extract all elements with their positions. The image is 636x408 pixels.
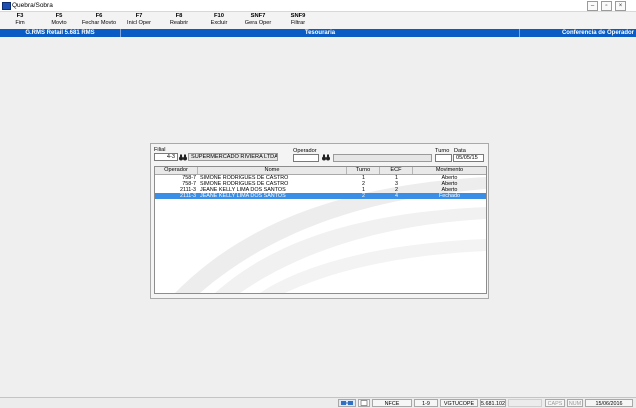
cell-movimento: Fechado — [439, 193, 460, 199]
operador-input[interactable] — [293, 154, 319, 162]
filial-code-input[interactable]: 4-3 — [154, 153, 178, 161]
column-header-nome[interactable]: Nome — [198, 167, 347, 174]
cell-ecf: 4 — [395, 193, 398, 199]
app-icon — [2, 2, 11, 10]
status-caps: CAPS — [545, 399, 565, 407]
toolbar-key: F10 — [214, 13, 224, 19]
toolbar-excluir-button[interactable]: F10 Excluir — [199, 12, 239, 27]
toolbar-key: F8 — [175, 13, 183, 19]
cell-operador: 2111-3 — [180, 193, 196, 199]
toolbar-fim-button[interactable]: F3 Fim — [0, 12, 40, 27]
toolbar-label: Gera Oper — [244, 20, 272, 26]
function-key-toolbar: F3 Fim F5 Movto F6 Fechar Movto F7 Inicl… — [0, 12, 636, 30]
operador-name-field — [333, 154, 432, 162]
toolbar-label: Filtrar — [290, 20, 306, 26]
toolbar-fechar-movto-button[interactable]: F6 Fechar Movto — [79, 12, 119, 27]
toolbar-label: Movto — [51, 20, 67, 26]
binoculars-icon[interactable] — [322, 154, 330, 161]
binoculars-icon[interactable] — [179, 154, 187, 161]
data-input[interactable]: 05/05/15 — [453, 154, 484, 162]
status-blank — [508, 399, 542, 407]
network-icon — [338, 399, 356, 407]
toolbar-key: SNF7 — [250, 13, 266, 19]
minimize-button[interactable]: – — [587, 1, 598, 11]
toolbar-label: Inicl Oper — [127, 20, 151, 26]
window-title: Quebra/Sobra — [12, 2, 53, 9]
status-page: 1-9 — [414, 399, 438, 407]
column-header-turno[interactable]: Turno — [347, 167, 380, 174]
toolbar-movto-button[interactable]: F5 Movto — [39, 12, 79, 27]
close-button[interactable]: × — [615, 1, 626, 11]
toolbar-key: F5 — [55, 13, 63, 19]
status-user: VGTUCOPE — [440, 399, 478, 407]
system-version-label: G.RMS Retail 5.681 RMS — [25, 30, 95, 36]
document-icon — [358, 399, 370, 407]
toolbar-filtrar-button[interactable]: SNF9 Filtrar — [278, 12, 318, 27]
toolbar-gera-oper-button[interactable]: SNF7 Gera Oper — [238, 12, 278, 27]
toolbar-key: F6 — [95, 13, 103, 19]
toolbar-key: SNF9 — [290, 13, 306, 19]
status-num: NUM — [567, 399, 583, 407]
filial-name-field: SUPERMERCADO RIVIERA LTDA — [188, 153, 278, 161]
operator-grid[interactable]: Operador Nome Turno ECF Movimento 758-7 … — [154, 166, 487, 294]
column-header-ecf[interactable]: ECF — [380, 167, 413, 174]
toolbar-reabrir-button[interactable]: F8 Reabrir — [159, 12, 199, 27]
toolbar-key: F7 — [135, 13, 143, 19]
screen-title: Conferencia de Operador — [561, 30, 634, 36]
status-date: 15/06/2016 — [585, 399, 633, 407]
module-label: Tesouraria — [304, 30, 336, 36]
cell-nome: JEANE KELLY LIMA DOS SANTOS — [200, 193, 286, 199]
column-header-movimento[interactable]: Movimento — [413, 167, 486, 174]
status-version: 5.681.1025 — [480, 399, 506, 407]
table-row-selected[interactable]: 2111-3 JEANE KELLY LIMA DOS SANTOS 2 4 F… — [155, 193, 486, 199]
window-titlebar: Quebra/Sobra – ▫ × — [0, 0, 636, 12]
system-infobar: G.RMS Retail 5.681 RMS Tesouraria Confer… — [0, 29, 636, 37]
toolbar-label: Reabrir — [169, 20, 189, 26]
toolbar-label: Fechar Movto — [81, 20, 117, 26]
toolbar-inicl-oper-button[interactable]: F7 Inicl Oper — [119, 12, 159, 27]
grid-header: Operador Nome Turno ECF Movimento — [155, 167, 486, 175]
maximize-button[interactable]: ▫ — [601, 1, 612, 11]
status-bar: NFCE 1-9 VGTUCOPE 5.681.1025 CAPS NUM 15… — [0, 397, 636, 408]
toolbar-label: Excluir — [210, 20, 228, 26]
status-nfce: NFCE — [372, 399, 412, 407]
toolbar-label: Fim — [15, 20, 25, 26]
turno-input[interactable] — [435, 154, 452, 162]
conferencia-panel: Filial 4-3 SUPERMERCADO RIVIERA LTDA Ope… — [150, 143, 489, 299]
toolbar-key: F3 — [16, 13, 24, 19]
cell-turno: 2 — [362, 193, 365, 199]
column-header-operador[interactable]: Operador — [155, 167, 198, 174]
